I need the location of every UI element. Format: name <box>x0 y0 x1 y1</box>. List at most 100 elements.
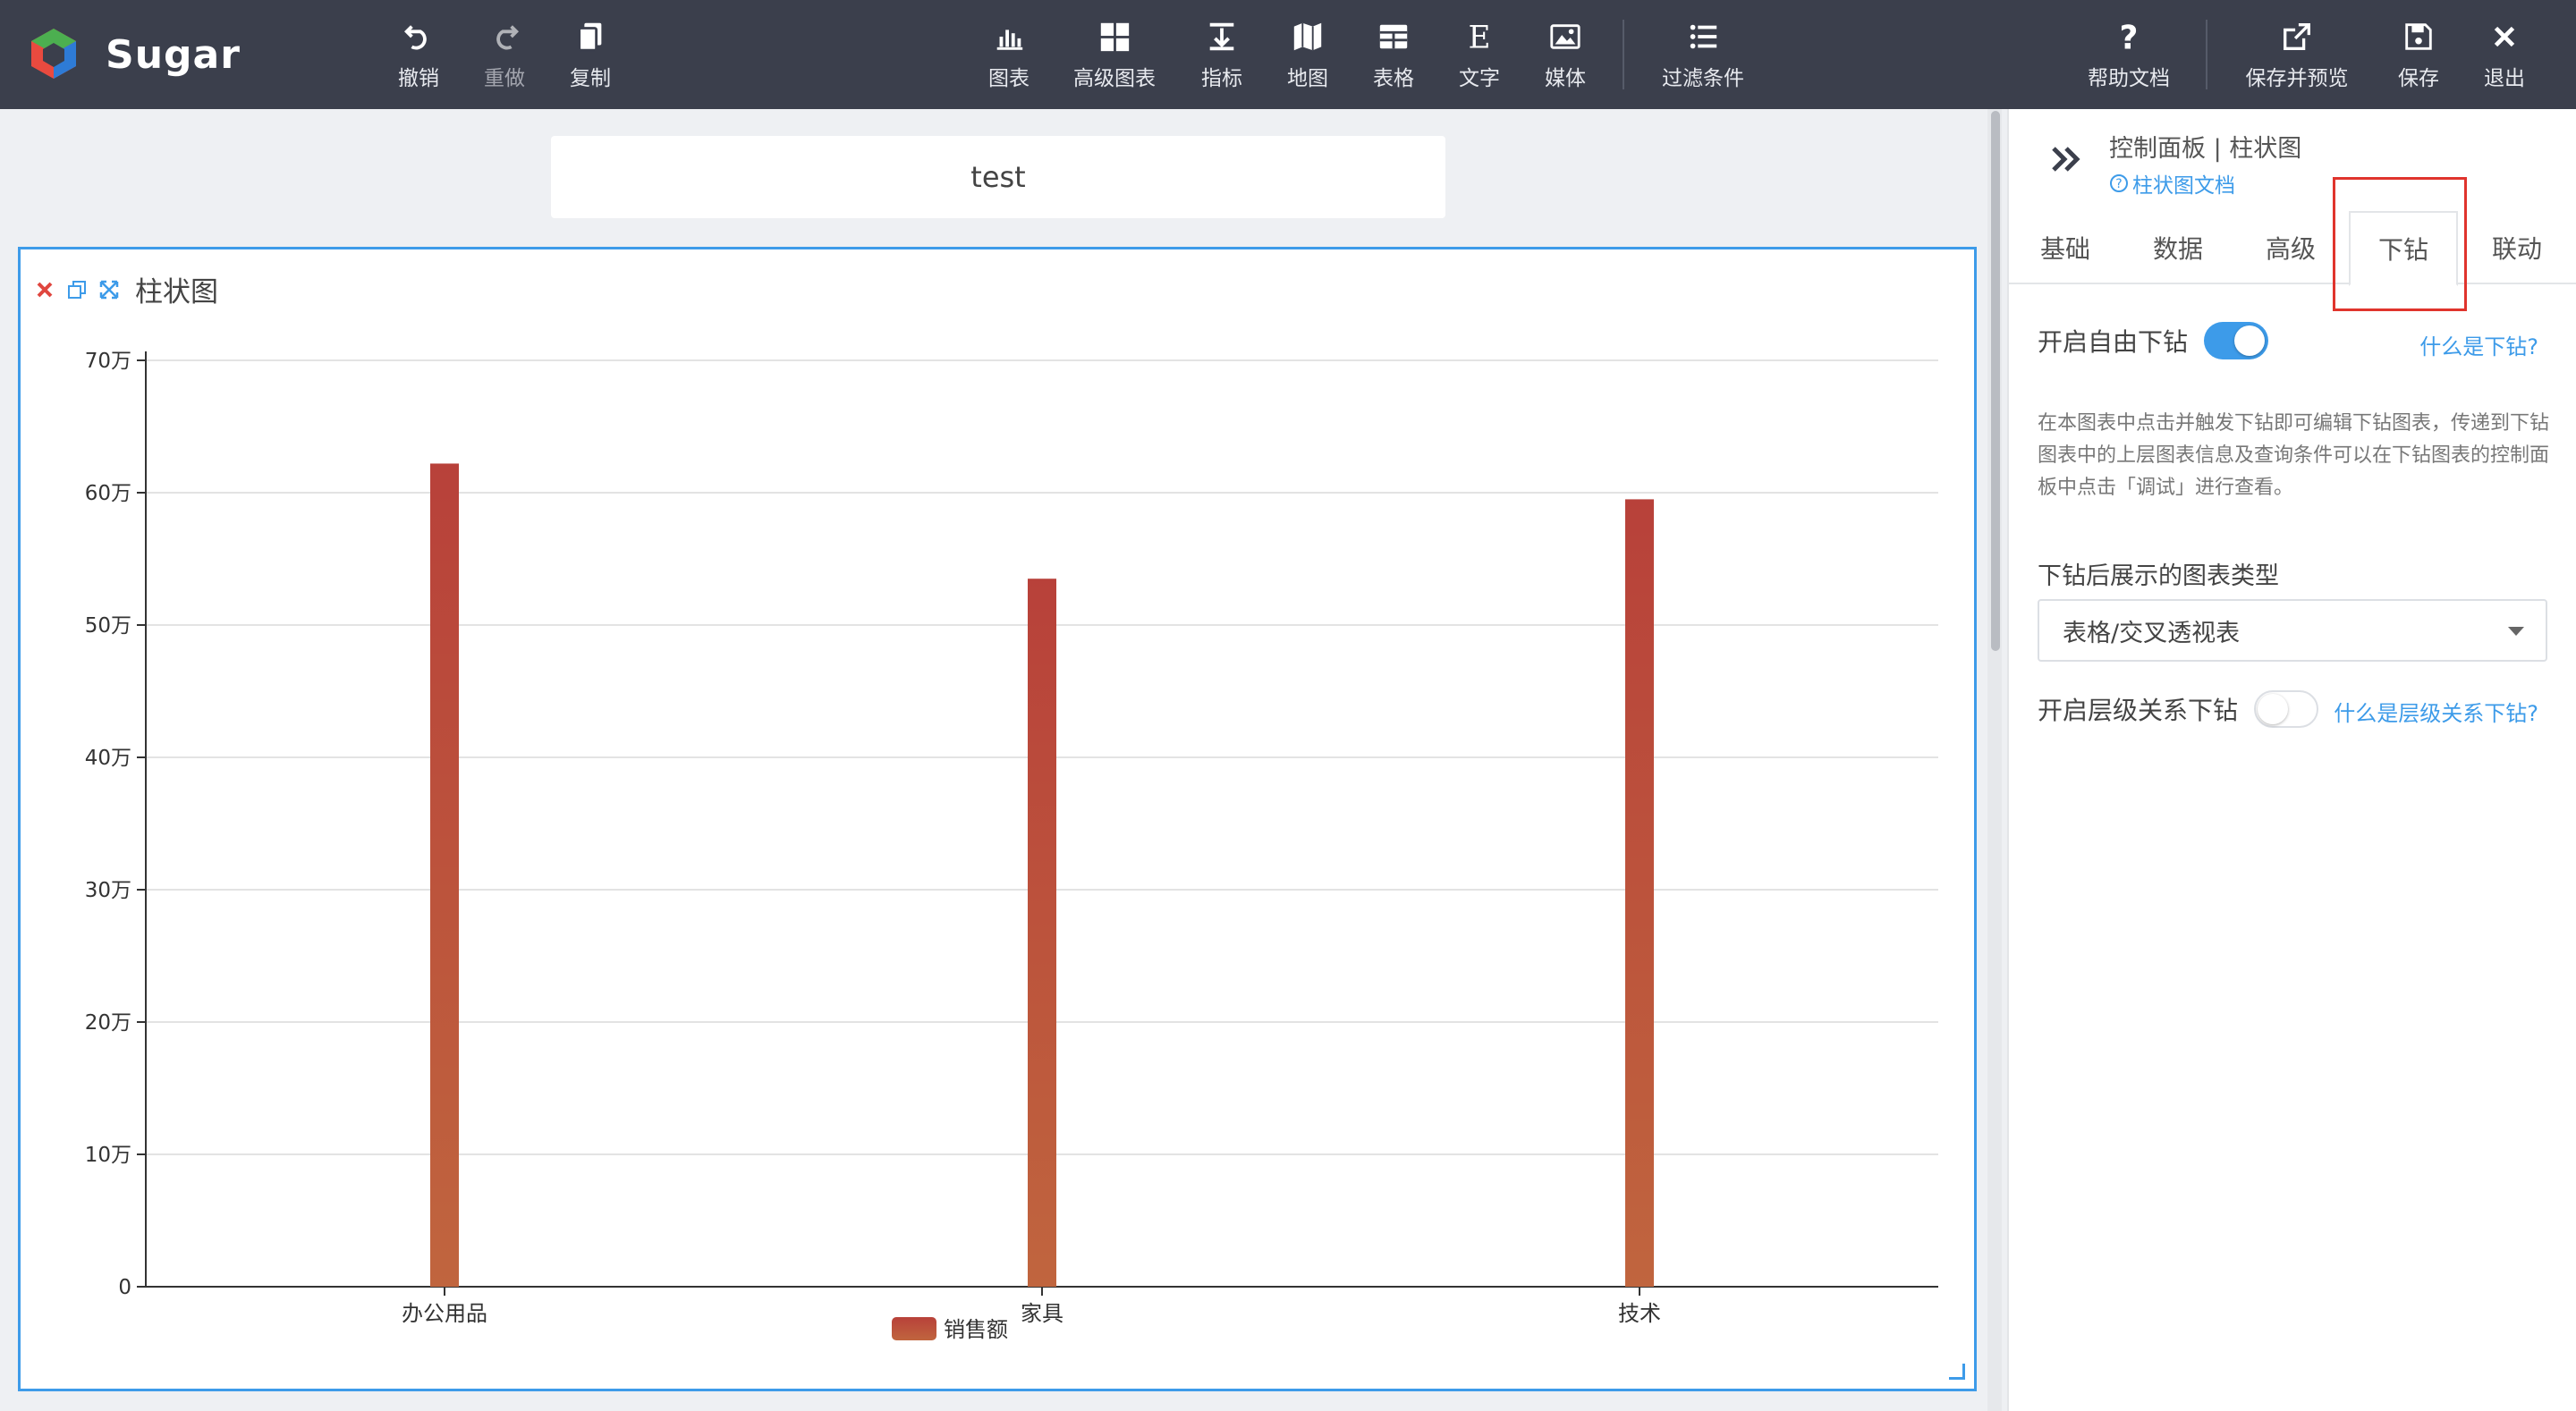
insert-media-button[interactable]: 媒体 <box>1540 20 1590 91</box>
y-tick-label: 70万 <box>85 350 131 373</box>
exit-label: 退出 <box>2484 67 2525 90</box>
redo-label: 重做 <box>484 67 525 90</box>
help-icon: ? <box>2120 20 2139 54</box>
insert-text-label: 文字 <box>1459 67 1500 90</box>
y-tick-label: 0 <box>118 1276 131 1299</box>
what-is-drill-link[interactable]: 什么是下钻? <box>2419 329 2538 360</box>
canvas-scrollbar[interactable] <box>1991 111 2000 651</box>
y-tick-label: 40万 <box>85 747 131 770</box>
x-tick-label: 技术 <box>1618 1301 1661 1326</box>
legend-swatch <box>892 1317 936 1340</box>
help-circle-icon: ? <box>2110 174 2128 192</box>
tab-data[interactable]: 数据 <box>2122 211 2234 284</box>
chart-doc-link-label: 柱状图文档 <box>2132 174 2235 198</box>
save-icon <box>2405 23 2432 50</box>
control-panel-title: 控制面板 | 柱状图 <box>2109 135 2302 163</box>
table-icon <box>1379 24 1408 49</box>
legend-label: 销售额 <box>944 1317 1008 1342</box>
chevron-down-icon <box>2508 627 2524 636</box>
insert-advanced-chart-button[interactable]: 高级图表 <box>1070 20 1159 91</box>
undo-icon <box>404 25 427 50</box>
copy-icon <box>578 22 602 52</box>
media-icon <box>1550 24 1580 49</box>
bar-chart-widget[interactable]: 0 10万 20万 30万 40万 50万 60万 70万 办公用品 家具 技术 销售额 柱状图 <box>18 247 1977 1391</box>
undo-label: 撤销 <box>398 67 439 90</box>
svg-text:?: ? <box>2120 20 2139 54</box>
text-icon: E <box>1469 20 1491 54</box>
insert-chart-label: 图表 <box>988 67 1030 90</box>
dashboard-title[interactable]: test <box>551 136 1445 218</box>
close-icon <box>2494 26 2515 47</box>
filter-conditions-label: 过滤条件 <box>1662 67 1744 90</box>
save-and-preview-label: 保存并预览 <box>2245 67 2349 90</box>
insert-text-button[interactable]: E 文字 <box>1454 20 1504 91</box>
insert-table-button[interactable]: 表格 <box>1368 20 1419 91</box>
free-drill-label: 开启自由下钻 <box>2038 327 2189 357</box>
save-button[interactable]: 保存 <box>2394 20 2444 91</box>
insert-indicator-label: 指标 <box>1201 67 1242 90</box>
collapse-panel-icon[interactable] <box>2046 139 2086 179</box>
duplicate-icon <box>68 280 86 299</box>
control-panel: 控制面板 | 柱状图 ? 柱状图文档 基础 数据 高级 下钻 联动 开启自由下钻… <box>2007 109 2576 1411</box>
drill-description: 在本图表中点击并触发下钻即可编辑下钻图表，传递到下钻图表中的上层图表信息及查询条… <box>2038 412 2550 499</box>
hier-drill-row: 开启层级关系下钻 <box>2038 690 2319 728</box>
drill-chart-type-select[interactable]: 表格/交叉透视表 <box>2038 599 2547 662</box>
filter-conditions-button[interactable]: 过滤条件 <box>1658 20 1748 91</box>
drill-chart-type-value: 表格/交叉透视表 <box>2063 619 2241 647</box>
x-tick-label: 家具 <box>1021 1301 1063 1326</box>
bar <box>430 463 459 1287</box>
bar <box>1625 499 1654 1287</box>
toolbar-divider <box>2206 20 2207 89</box>
tab-linkage[interactable]: 联动 <box>2460 211 2574 284</box>
close-icon <box>37 282 53 297</box>
undo-button[interactable]: 撤销 <box>394 20 444 91</box>
app-name: Sugar <box>106 32 241 78</box>
hier-drill-label: 开启层级关系下钻 <box>2038 696 2239 725</box>
expand-widget-button[interactable] <box>97 278 121 301</box>
insert-media-label: 媒体 <box>1545 67 1586 90</box>
chart-doc-link[interactable]: ? 柱状图文档 <box>2109 168 2235 199</box>
help-docs-button[interactable]: ? 帮助文档 <box>2084 20 2174 91</box>
tab-advanced[interactable]: 高级 <box>2234 211 2347 284</box>
bar <box>1028 579 1056 1287</box>
y-tick-label: 20万 <box>85 1011 131 1035</box>
hier-drill-toggle[interactable] <box>2254 690 2319 728</box>
widget-title: 柱状图 <box>135 276 218 308</box>
svg-text:E: E <box>1469 20 1491 54</box>
bar-chart: 0 10万 20万 30万 40万 50万 60万 70万办公用品 家具 技术销售额 <box>85 350 1938 1342</box>
duplicate-widget-button[interactable] <box>65 278 89 301</box>
y-tick-label: 30万 <box>85 879 131 902</box>
copy-button[interactable]: 复制 <box>565 20 615 91</box>
redo-button[interactable]: 重做 <box>479 20 530 91</box>
save-and-preview-button[interactable]: 保存并预览 <box>2241 20 2352 91</box>
insert-indicator-button[interactable]: 指标 <box>1197 20 1247 91</box>
what-is-hier-drill-link[interactable]: 什么是层级关系下钻? <box>2334 696 2538 727</box>
tab-basic[interactable]: 基础 <box>2009 211 2122 284</box>
external-link-icon <box>2284 23 2310 50</box>
sugar-logo-icon <box>31 29 76 79</box>
chart-icon <box>996 30 1023 50</box>
tab-drilldown[interactable]: 下钻 <box>2349 211 2458 286</box>
help-docs-label: 帮助文档 <box>2088 67 2170 90</box>
toggle-knob <box>2258 694 2289 724</box>
redo-icon <box>496 25 519 50</box>
free-drill-toggle[interactable] <box>2204 322 2269 359</box>
resize-handle[interactable] <box>1949 1364 1965 1380</box>
filter-list-icon <box>1690 24 1717 49</box>
y-tick-label: 10万 <box>85 1144 131 1167</box>
insert-chart-button[interactable]: 图表 <box>984 20 1034 91</box>
x-tick-label: 办公用品 <box>402 1301 487 1326</box>
insert-map-label: 地图 <box>1287 67 1328 90</box>
widget-header: 柱状图 <box>33 269 218 309</box>
free-drill-row: 开启自由下钻 <box>2038 322 2269 359</box>
insert-advanced-chart-label: 高级图表 <box>1073 67 1156 90</box>
expand-icon <box>99 280 119 299</box>
top-toolbar: Sugar 撤销 重做 复制 图表 高级图表 指标 地图 表格 E 文字 媒体 <box>0 0 2576 109</box>
y-tick-label: 60万 <box>85 482 131 505</box>
drill-chart-type-label: 下钻后展示的图表类型 <box>2038 562 2279 590</box>
insert-table-label: 表格 <box>1373 67 1414 90</box>
exit-button[interactable]: 退出 <box>2479 20 2529 91</box>
delete-widget-button[interactable] <box>33 278 56 301</box>
svg-text:?: ? <box>2115 177 2122 191</box>
insert-map-button[interactable]: 地图 <box>1283 20 1333 91</box>
